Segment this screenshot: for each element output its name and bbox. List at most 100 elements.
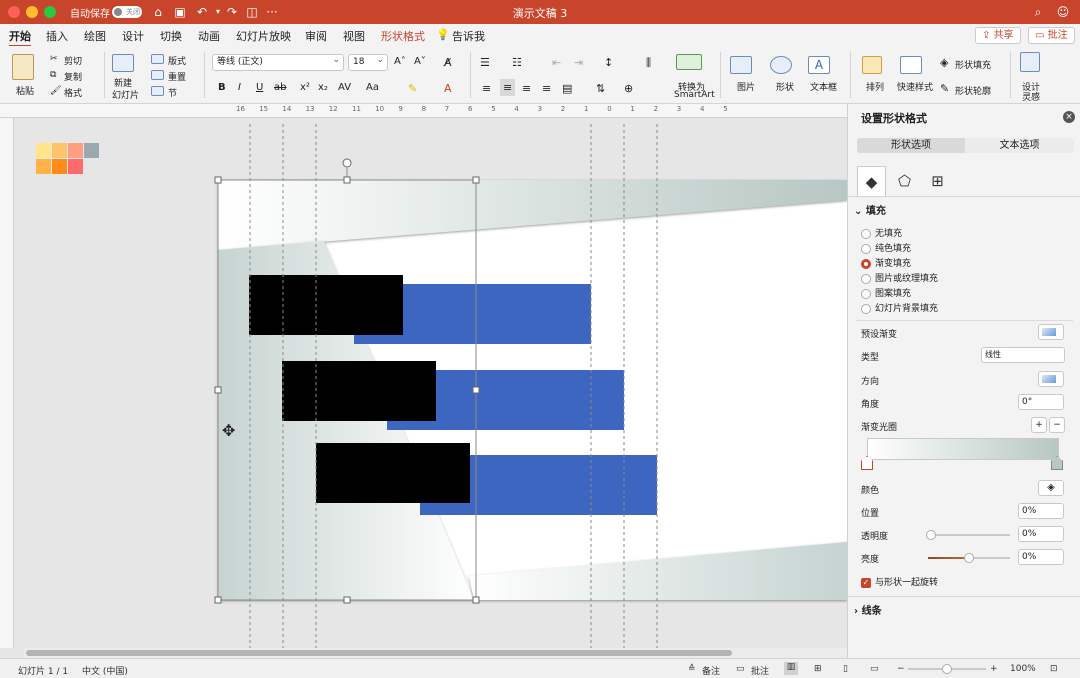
smartart-icon[interactable] <box>676 54 702 70</box>
clipboard-icon[interactable] <box>12 54 34 80</box>
fill-option-gradient[interactable]: 渐变填充 <box>861 256 911 269</box>
zoom-level[interactable]: 100% <box>1010 664 1036 674</box>
quick-styles-button[interactable]: 快速样式 <box>897 80 933 93</box>
radio-button[interactable] <box>861 228 871 239</box>
reading-view-icon[interactable]: ▯ <box>843 664 848 674</box>
text-direction-icon[interactable]: ⇅ <box>596 82 605 95</box>
tab-transitions[interactable]: 切换 <box>160 28 182 44</box>
char-spacing-icon[interactable]: AV <box>338 82 351 93</box>
brightness-input[interactable]: 0% <box>1018 549 1064 565</box>
fill-option-pattern[interactable]: 图案填充 <box>861 286 911 299</box>
rotation-handle[interactable] <box>342 158 352 168</box>
slideshow-icon[interactable]: ▭ <box>870 664 879 674</box>
copy-button[interactable]: 复制 <box>64 70 82 83</box>
scrollbar-thumb[interactable] <box>26 650 732 656</box>
slide-sorter-icon[interactable]: ⊞ <box>814 664 822 674</box>
align-center-icon[interactable]: ≡ <box>500 79 516 96</box>
fill-option-none[interactable]: 无填充 <box>861 226 902 239</box>
tab-text-options[interactable]: 文本选项 <box>965 138 1074 153</box>
fill-option-slide-background[interactable]: 幻灯片背景填充 <box>861 301 938 314</box>
language-indicator[interactable]: 中文 (中国) <box>82 664 128 677</box>
radio-button[interactable] <box>861 288 871 299</box>
checkbox-checked[interactable]: ✓ <box>861 577 871 588</box>
effects-pentagon-icon[interactable]: ⬠ <box>890 166 919 196</box>
transparency-input[interactable]: 0% <box>1018 526 1064 542</box>
arrange-icon[interactable] <box>862 56 882 74</box>
tab-shape-options[interactable]: 形状选项 <box>857 138 965 153</box>
increase-indent-icon[interactable]: ⇥ <box>574 56 583 69</box>
shape-icon[interactable] <box>770 56 792 74</box>
comment-icon[interactable]: ▭ <box>736 664 745 674</box>
direction-picker[interactable] <box>1038 371 1064 387</box>
font-size-select[interactable]: 18 <box>348 53 388 71</box>
notes-icon[interactable]: ≙ <box>688 664 696 674</box>
tab-shape-format[interactable]: 形状格式 <box>381 28 425 44</box>
align-text-icon[interactable]: ⊕ <box>624 82 633 95</box>
search-icon[interactable]: ⌕ <box>1030 4 1046 20</box>
tab-draw[interactable]: 绘图 <box>84 28 106 44</box>
underline-icon[interactable]: U <box>256 82 263 93</box>
tab-slideshow[interactable]: 幻灯片放映 <box>236 28 291 44</box>
fill-option-solid[interactable]: 纯色填充 <box>861 241 911 254</box>
new-slide-button-line2[interactable]: 幻灯片 <box>112 88 139 101</box>
radio-button[interactable] <box>861 303 871 314</box>
slide-canvas[interactable]: ✥ <box>14 118 847 648</box>
convert-smartart-line2[interactable]: SmartArt <box>674 90 715 100</box>
arrange-button[interactable]: 排列 <box>866 80 884 93</box>
zoom-slider-knob[interactable] <box>942 664 952 674</box>
font-color-icon[interactable]: A <box>444 82 452 95</box>
designer-icon[interactable] <box>1020 52 1040 72</box>
picture-icon[interactable] <box>730 56 752 74</box>
black-block-1[interactable] <box>249 275 403 335</box>
paste-button[interactable]: 粘贴 <box>16 84 34 97</box>
font-name-select[interactable]: 等线 (正文) <box>212 53 344 71</box>
notes-button[interactable]: 备注 <box>702 664 720 677</box>
textbox-button[interactable]: 文本框 <box>810 80 837 93</box>
textbox-icon[interactable]: A <box>808 56 830 74</box>
change-case-icon[interactable]: Aa <box>366 82 379 93</box>
numbering-icon[interactable]: ☷ <box>512 56 522 69</box>
tab-review[interactable]: 审阅 <box>305 28 327 44</box>
share-button[interactable]: ⇪ 共享 <box>975 27 1021 44</box>
tab-animations[interactable]: 动画 <box>198 28 220 44</box>
close-icon[interactable]: × <box>1063 111 1075 123</box>
black-block-3[interactable] <box>316 443 470 503</box>
vertical-ruler[interactable] <box>0 118 14 648</box>
shape-fill-button[interactable]: 形状填充 <box>955 58 991 71</box>
position-input[interactable]: 0% <box>1018 503 1064 519</box>
highlight-icon[interactable]: ✎ <box>408 82 417 95</box>
rotate-with-shape-option[interactable]: ✓ 与形状一起旋转 <box>861 575 938 588</box>
fill-line-icon[interactable]: ◆ <box>857 166 886 196</box>
zoom-in-icon[interactable]: + <box>990 664 998 674</box>
transparency-slider-knob[interactable] <box>926 530 936 540</box>
transparency-slider[interactable] <box>928 534 1010 536</box>
paint-bucket-icon[interactable]: ◈ <box>940 56 948 69</box>
zoom-out-icon[interactable]: − <box>897 664 905 674</box>
quick-styles-icon[interactable] <box>900 56 922 74</box>
add-stop-button[interactable]: + <box>1031 417 1047 433</box>
radio-button[interactable] <box>861 273 871 284</box>
format-painter-icon[interactable]: 🖌 <box>50 86 61 96</box>
bold-icon[interactable]: B <box>218 82 226 93</box>
new-slide-icon[interactable] <box>112 54 134 72</box>
layout-icon[interactable] <box>151 54 164 64</box>
align-left-icon[interactable]: ≡ <box>482 82 491 95</box>
decrease-font-icon[interactable]: A˅ <box>414 56 426 67</box>
picture-button[interactable]: 图片 <box>737 80 755 93</box>
shape-button[interactable]: 形状 <box>776 80 794 93</box>
pen-icon[interactable]: ✎ <box>940 82 949 95</box>
subscript-icon[interactable]: x₂ <box>318 82 328 93</box>
designer-line2[interactable]: 灵感 <box>1022 90 1040 103</box>
gradient-type-select[interactable]: 线性 <box>981 347 1065 363</box>
superscript-icon[interactable]: x² <box>300 82 310 93</box>
color-picker-paint-bucket-icon[interactable]: ◈ <box>1038 480 1064 496</box>
format-painter-button[interactable]: 格式 <box>64 86 82 99</box>
scissors-icon[interactable]: ✂ <box>50 54 58 64</box>
tab-tell-me[interactable]: 告诉我 <box>452 28 485 44</box>
increase-font-icon[interactable]: A˄ <box>394 56 406 67</box>
horizontal-ruler[interactable]: 16 15 14 13 12 11 10 9 8 7 6 5 4 3 2 1 0 1 2 3 4 5 <box>0 104 847 118</box>
radio-button-selected[interactable] <box>861 258 871 269</box>
tab-design[interactable]: 设计 <box>122 28 144 44</box>
reset-button[interactable]: 重置 <box>168 70 186 83</box>
size-properties-icon[interactable]: ⊞ <box>923 166 952 196</box>
